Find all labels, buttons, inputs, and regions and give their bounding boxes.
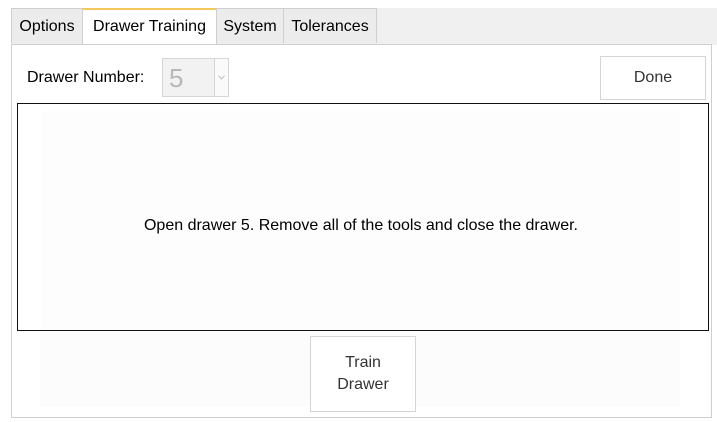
train-button-label-line2: Drawer [337,376,389,393]
tab-tolerances[interactable]: Tolerances [283,8,377,43]
train-button-label-line1: Train [345,354,381,371]
instruction-box: Open drawer 5. Remove all of the tools a… [17,103,709,331]
train-drawer-button[interactable]: Train Drawer [310,336,416,412]
tab-drawer-training[interactable]: Drawer Training [82,8,217,45]
done-button[interactable]: Done [600,56,706,100]
chevron-down-icon[interactable] [214,59,228,96]
drawer-number-label: Drawer Number: [27,69,145,86]
drawer-number-select[interactable]: 5 [162,58,229,97]
tab-options[interactable]: Options [11,8,83,43]
instruction-text: Open drawer 5. Remove all of the tools a… [143,217,578,234]
tab-bar: Options Drawer Training System Tolerance… [11,8,717,45]
drawer-number-value: 5 [169,63,184,93]
instruction-area: Open drawer 5. Remove all of the tools a… [42,111,680,330]
tab-system[interactable]: System [216,8,284,43]
